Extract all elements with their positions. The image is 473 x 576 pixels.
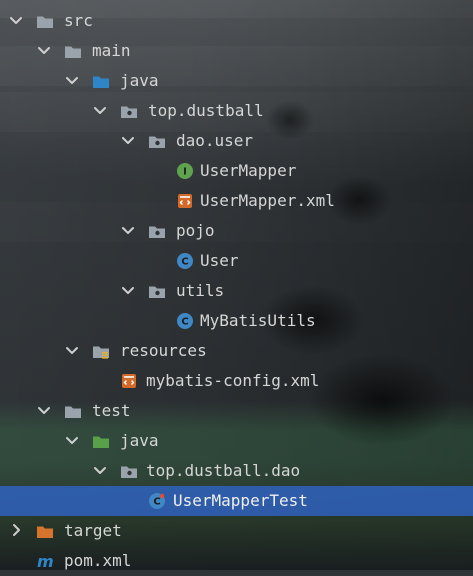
tree-row-usermapper-interface[interactable]: I UserMapper [0, 156, 473, 186]
tree-row-package-dao-user[interactable]: dao.user [0, 126, 473, 156]
xml-file-icon [122, 374, 136, 388]
tree-row-usermappertest-selected[interactable]: C UserMapperTest [0, 486, 473, 516]
tree-item-label: pojo [176, 221, 215, 240]
tree-row-usermapper-xml[interactable]: UserMapper.xml [0, 186, 473, 216]
tree-item-label: MyBatisUtils [200, 311, 316, 330]
tree-item-label: User [200, 251, 239, 270]
tree-item-label: pom.xml [64, 551, 132, 570]
tree-item-label: target [64, 521, 122, 540]
tree-item-label: resources [120, 341, 207, 360]
folder-icon [65, 406, 81, 418]
maven-icon: m [37, 552, 54, 570]
chevron-down-icon[interactable] [64, 342, 80, 358]
tree-item-label: java [120, 431, 159, 450]
svg-text:m: m [37, 552, 54, 570]
tree-row-package-pojo[interactable]: pojo [0, 216, 473, 246]
tree-row-package-top-dustball-dao[interactable]: top.dustball.dao [0, 456, 473, 486]
folder-source-icon [93, 76, 109, 88]
tree-item-label: test [92, 401, 131, 420]
svg-text:C: C [153, 497, 160, 508]
chevron-down-icon[interactable] [120, 132, 136, 148]
tree-item-label: utils [176, 281, 225, 300]
package-icon [149, 136, 165, 148]
tree-item-label: src [64, 11, 93, 30]
class-icon: C [177, 313, 193, 329]
tree-item-label: top.dustball [148, 101, 264, 120]
tree-row-mybatis-config-xml[interactable]: mybatis-config.xml [0, 366, 473, 396]
chevron-down-icon[interactable] [36, 402, 52, 418]
tree-item-label: main [92, 41, 131, 60]
interface-icon: I [177, 163, 193, 179]
tree-row-java-source[interactable]: java [0, 66, 473, 96]
package-icon [149, 286, 165, 298]
tree-row-mybatisutils-class[interactable]: C MyBatisUtils [0, 306, 473, 336]
tree-item-label: top.dustball.dao [146, 461, 301, 480]
svg-text:C: C [181, 317, 188, 328]
tree-item-label: UserMapper.xml [200, 191, 335, 210]
folder-icon [37, 16, 53, 28]
chevron-right-icon[interactable] [8, 522, 24, 538]
folder-excluded-icon [37, 526, 53, 538]
class-icon: C [177, 253, 193, 269]
chevron-down-icon[interactable] [64, 432, 80, 448]
resources-folder-icon [93, 346, 109, 359]
tree-row-user-class[interactable]: C User [0, 246, 473, 276]
chevron-down-icon[interactable] [64, 72, 80, 88]
chevron-down-icon[interactable] [92, 462, 108, 478]
tree-row-src[interactable]: src [0, 6, 473, 36]
tree-row-package-utils[interactable]: utils [0, 276, 473, 306]
tree-row-java-test[interactable]: java [0, 426, 473, 456]
xml-file-icon [178, 194, 192, 208]
tree-item-label: mybatis-config.xml [146, 371, 320, 390]
folder-test-icon [93, 436, 109, 448]
package-icon [149, 226, 165, 238]
svg-text:C: C [181, 257, 188, 268]
svg-text:I: I [183, 167, 187, 178]
tree-row-main[interactable]: main [0, 36, 473, 66]
tree-row-pom-xml[interactable]: m pom.xml [0, 546, 473, 576]
project-tree: src main java top.dustball dao.user I Us… [0, 0, 473, 570]
chevron-down-icon[interactable] [120, 282, 136, 298]
chevron-down-icon[interactable] [120, 222, 136, 238]
tree-row-resources[interactable]: resources [0, 336, 473, 366]
tree-item-label: UserMapper [200, 161, 297, 180]
package-icon [121, 106, 137, 118]
chevron-down-icon[interactable] [36, 42, 52, 58]
tree-row-test[interactable]: test [0, 396, 473, 426]
chevron-down-icon[interactable] [92, 102, 108, 118]
package-icon [121, 466, 137, 478]
test-class-icon: C [149, 493, 165, 509]
chevron-down-icon[interactable] [8, 12, 24, 28]
tree-row-package-top-dustball[interactable]: top.dustball [0, 96, 473, 126]
tree-item-label: dao.user [176, 131, 254, 150]
folder-icon [65, 46, 81, 58]
tree-item-label: UserMapperTest [173, 491, 308, 510]
tree-item-label: java [120, 71, 159, 90]
tree-row-target[interactable]: target [0, 516, 473, 546]
